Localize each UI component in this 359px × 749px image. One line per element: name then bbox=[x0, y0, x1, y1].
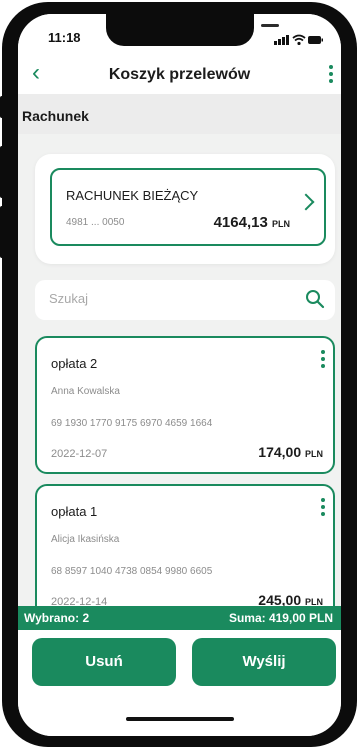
search-bar bbox=[35, 280, 335, 320]
home-indicator[interactable] bbox=[126, 717, 234, 721]
phone-mute-button bbox=[0, 96, 4, 118]
account-number: 4981 ... 0050 bbox=[66, 217, 125, 228]
search-input[interactable] bbox=[47, 290, 291, 307]
account-card[interactable]: RACHUNEK BIEŻĄCY 4981 ... 0050 4164,13 P… bbox=[50, 168, 326, 246]
transfer-options-icon[interactable] bbox=[321, 350, 325, 371]
delete-button[interactable]: Usuń bbox=[32, 638, 176, 686]
wifi-icon bbox=[292, 34, 306, 45]
selected-total: Suma: 419,00 PLN bbox=[228, 611, 333, 625]
account-currency: PLN bbox=[272, 219, 290, 229]
signal-icon bbox=[274, 35, 289, 45]
action-bar: Usuń Wyślij bbox=[18, 630, 341, 736]
selected-count: Wybrano: 2 bbox=[24, 611, 90, 625]
transfer-account: 69 1930 1770 9175 6970 4659 1664 bbox=[51, 418, 213, 429]
transfer-name: opłata 1 bbox=[51, 504, 98, 519]
send-button[interactable]: Wyślij bbox=[192, 638, 336, 686]
battery-icon bbox=[308, 36, 323, 44]
selection-summary-bar: Wybrano: 2 Suma: 419,00 PLN bbox=[18, 606, 341, 630]
transfer-amount: 174,00 PLN bbox=[258, 444, 323, 460]
account-panel: RACHUNEK BIEŻĄCY 4981 ... 0050 4164,13 P… bbox=[35, 154, 335, 264]
transfer-recipient: Anna Kowalska bbox=[51, 386, 120, 397]
search-icon[interactable] bbox=[305, 289, 325, 309]
transfer-date: 2022-12-07 bbox=[51, 448, 108, 460]
page-title: Koszyk przelewów bbox=[108, 66, 251, 83]
phone-volume-down-button bbox=[0, 206, 4, 258]
section-header: Rachunek bbox=[18, 94, 341, 134]
transfer-amount-value: 174,00 bbox=[258, 444, 302, 460]
status-bar: 11:18 bbox=[18, 14, 341, 54]
transfer-recipient: Alicja Ikasińska bbox=[51, 534, 120, 545]
transfer-account: 68 8597 1040 4738 0854 9980 6605 bbox=[51, 566, 213, 577]
camera-notch bbox=[106, 14, 279, 46]
more-options-icon[interactable] bbox=[329, 65, 333, 86]
speaker-grille bbox=[261, 24, 279, 27]
app-header: ‹ Koszyk przelewów bbox=[18, 54, 341, 94]
transfer-name: opłata 2 bbox=[51, 356, 98, 371]
transfer-options-icon[interactable] bbox=[321, 498, 325, 519]
phone-volume-up-button bbox=[0, 146, 4, 198]
status-time: 11:18 bbox=[48, 30, 81, 45]
transfer-card[interactable]: opłata 2 Anna Kowalska 69 1930 1770 9175… bbox=[35, 336, 335, 474]
transfer-card[interactable]: opłata 1 Alicja Ikasińska 68 8597 1040 4… bbox=[35, 484, 335, 622]
account-name: RACHUNEK BIEŻĄCY bbox=[66, 188, 199, 203]
app-screen: 11:18 ‹ Koszyk przelewów Rachunek RACHUN… bbox=[18, 14, 341, 736]
chevron-right-icon[interactable] bbox=[297, 193, 315, 211]
section-label: Rachunek bbox=[22, 108, 89, 124]
account-balance: 4164,13 PLN bbox=[214, 214, 290, 231]
transfer-currency: PLN bbox=[305, 449, 323, 459]
account-balance-value: 4164,13 bbox=[213, 214, 268, 231]
status-icons bbox=[274, 34, 323, 45]
